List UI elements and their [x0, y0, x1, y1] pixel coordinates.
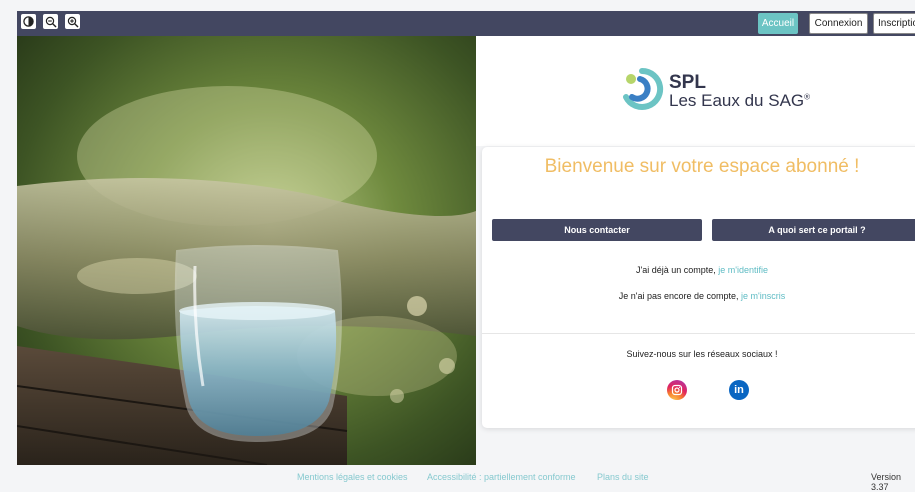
- divider: [482, 333, 915, 334]
- about-portal-button[interactable]: A quoi sert ce portail ?: [712, 219, 915, 241]
- footer-accessibility-link[interactable]: Accessibilité : partiellement conforme: [427, 472, 576, 482]
- brand-subtitle: Les Eaux du SAG®: [669, 91, 811, 110]
- welcome-card: [482, 147, 915, 428]
- signup-prompt: Je n'ai pas encore de compte, je m'inscr…: [618, 291, 786, 301]
- footer-sitemap-link[interactable]: Plans du site: [597, 472, 649, 482]
- zoom-in-icon[interactable]: [65, 14, 80, 29]
- zoom-out-icon[interactable]: [43, 14, 58, 29]
- login-prompt: J'ai déjà un compte, je m'identifie: [635, 265, 768, 275]
- hero-photo: [17, 36, 476, 465]
- footer-version: Version 3.37: [871, 472, 902, 492]
- brand-logo-icon: [620, 67, 664, 111]
- nav-connexion-button[interactable]: Connexion: [809, 13, 868, 34]
- linkedin-icon[interactable]: in: [729, 380, 749, 400]
- top-bar: Accueil Connexion Inscriptio: [17, 11, 915, 36]
- nav-accueil-button[interactable]: Accueil: [758, 13, 798, 34]
- contrast-icon[interactable]: [21, 14, 36, 29]
- nav-inscription-button[interactable]: Inscriptio: [873, 13, 915, 34]
- signup-link[interactable]: je m'inscris: [741, 291, 785, 301]
- registered-mark: ®: [804, 92, 811, 102]
- contact-button[interactable]: Nous contacter: [492, 219, 702, 241]
- footer-mentions-link[interactable]: Mentions légales et cookies: [297, 472, 408, 482]
- welcome-title: Bienvenue sur votre espace abonné !: [544, 156, 860, 177]
- social-heading: Suivez-nous sur les réseaux sociaux !: [626, 349, 778, 359]
- instagram-icon[interactable]: [667, 380, 687, 400]
- login-link[interactable]: je m'identifie: [718, 265, 768, 275]
